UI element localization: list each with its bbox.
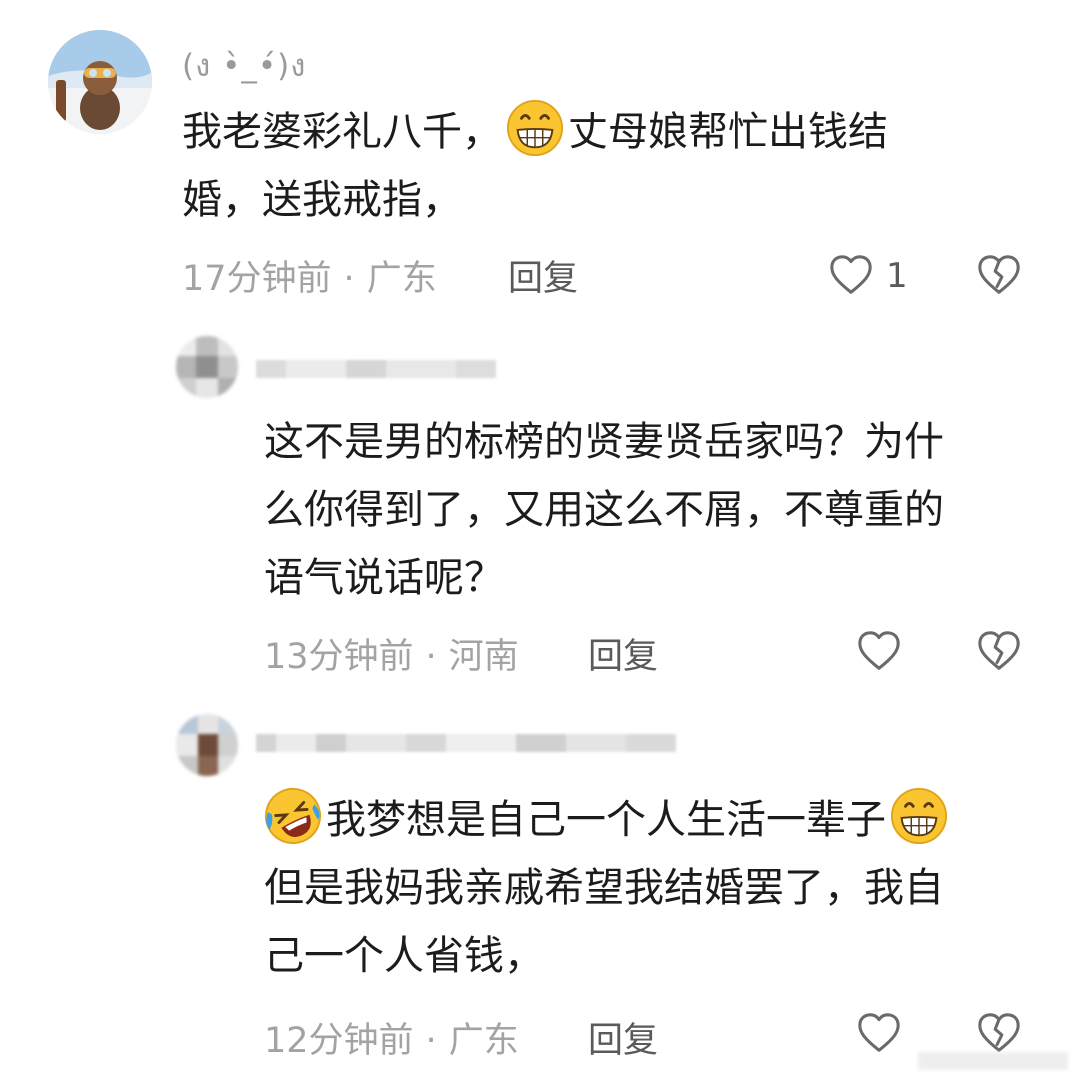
comment-meta: 12分钟前 · 广东 [264,1012,519,1063]
comment-meta: 17分钟前 · 广东 [182,250,437,301]
avatar[interactable] [176,714,238,776]
like-count: 1 [886,256,908,296]
reply-button[interactable]: 回复 [588,1012,658,1063]
comment-text-part: 语气说话呢？ [264,555,504,601]
rofl-emoji-icon [264,787,322,845]
comment-text-part: 么你得到了，又用这么不屑，不尊重的 [264,487,944,533]
grin-emoji-icon [890,787,948,845]
comment-location: 河南 [448,637,519,677]
comment-time: 12分钟前 [264,1021,414,1061]
avatar-image [176,714,238,776]
watermark [918,1052,1068,1070]
username[interactable]: (ง •̀_•́)ง [182,40,306,90]
comment-3: 我梦想是自己一个人生活一辈子 但是我妈我亲戚希望我结婚罢了，我自 己一个人省钱，… [0,700,1080,1090]
username[interactable] [256,728,676,758]
comment-text-part: 丈母娘帮忙出钱结 [568,109,888,155]
comment-time: 13分钟前 [264,637,414,677]
comment-text: 我老婆彩礼八千， 丈母娘帮忙出钱结 婚，送我戒指， [182,98,888,234]
comment-text-part: 我梦想是自己一个人生活一辈子 [326,797,886,843]
reply-button[interactable]: 回复 [508,250,578,301]
comment-text-part: 但是我妈我亲戚希望我结婚罢了，我自 [264,865,944,911]
comment-text: 我梦想是自己一个人生活一辈子 但是我妈我亲戚希望我结婚罢了，我自 己一个人省钱， [264,786,952,990]
comment-text-part: 我老婆彩礼八千， [182,109,502,155]
avatar-image [48,30,152,134]
avatar[interactable] [48,30,152,134]
comment-meta: 13分钟前 · 河南 [264,628,519,679]
comment-text-part: 己一个人省钱， [264,933,544,979]
comment-location: 广东 [366,259,437,299]
heart-outline-icon[interactable] [856,1010,902,1056]
heart-outline-icon[interactable] [828,252,874,298]
meta-separator: · [343,259,355,299]
comment-2: 这不是男的标榜的贤妻贤岳家吗？为什 么你得到了，又用这么不屑，不尊重的 语气说话… [0,320,1080,690]
username[interactable] [256,354,496,384]
grin-emoji-icon [506,99,564,157]
meta-separator: · [425,1021,437,1061]
comment-location: 广东 [448,1021,519,1061]
comment-1: (ง •̀_•́)ง 我老婆彩礼八千， 丈母娘帮忙出钱结 婚，送我戒指， 17分钟… [0,0,1080,310]
broken-heart-icon[interactable] [976,628,1022,674]
comment-text-part: 婚，送我戒指， [182,177,462,223]
comment-time: 17分钟前 [182,259,332,299]
comment-text-part: 这不是男的标榜的贤妻贤岳家吗？为什 [264,419,944,465]
meta-separator: · [425,637,437,677]
broken-heart-icon[interactable] [976,252,1022,298]
reply-button[interactable]: 回复 [588,628,658,679]
comment-text: 这不是男的标榜的贤妻贤岳家吗？为什 么你得到了，又用这么不屑，不尊重的 语气说话… [264,408,944,612]
avatar[interactable] [176,336,238,398]
heart-outline-icon[interactable] [856,628,902,674]
avatar-image [176,336,238,398]
